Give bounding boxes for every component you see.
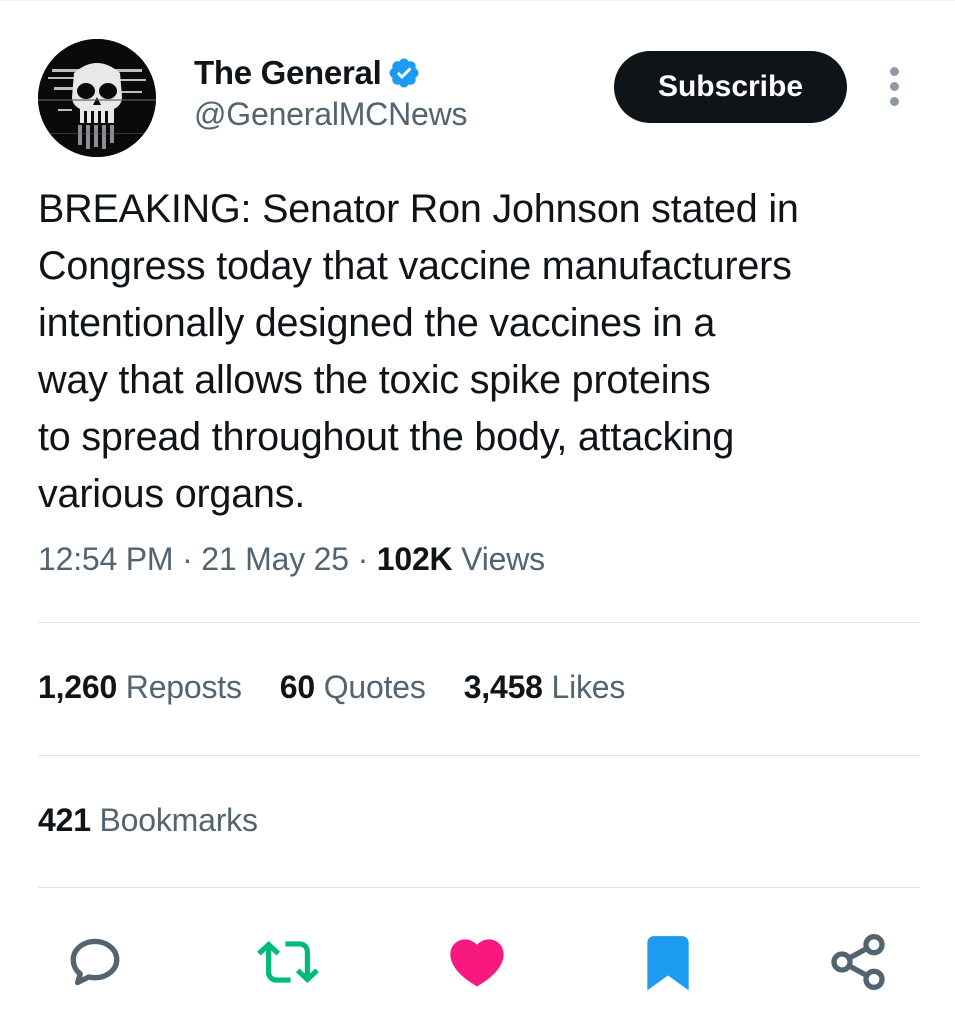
tweet-text-line: way that allows the toxic spike proteins	[38, 358, 711, 402]
tweet-text: BREAKING: Senator Ron Johnson stated in …	[38, 181, 928, 523]
bookmarks-count: 421	[38, 802, 91, 838]
repost-arrows-icon	[257, 941, 319, 983]
reposts-count: 1,260	[38, 669, 118, 705]
views-label: Views	[461, 541, 545, 577]
engagement-stats: 1,260 Reposts 60 Quotes 3,458 Likes	[38, 669, 663, 706]
share-nodes-icon	[831, 934, 885, 990]
reposts-label: Reposts	[125, 669, 242, 705]
views-count: 102K	[376, 541, 453, 577]
bookmark-icon	[647, 936, 689, 991]
more-options-icon[interactable]	[880, 67, 910, 107]
speech-bubble-icon	[70, 938, 120, 986]
quotes-stat[interactable]: 60 Quotes	[280, 669, 426, 706]
tweet-text-line: to spread throughout the body, attacking	[38, 415, 735, 459]
meta-separator: ·	[182, 541, 193, 577]
quotes-count: 60	[279, 669, 315, 705]
likes-label: Likes	[551, 669, 626, 705]
tweet-time[interactable]: 12:54 PM	[38, 541, 174, 577]
repost-button[interactable]	[253, 927, 323, 997]
tweet-text-line: various organs.	[38, 472, 306, 516]
likes-count: 3,458	[463, 669, 543, 705]
tweet-date[interactable]: 21 May 25	[201, 541, 349, 577]
subscribe-button[interactable]: Subscribe	[614, 51, 847, 123]
tweet-text-line: intentionally designed the vaccines in a	[38, 301, 716, 345]
avatar[interactable]	[38, 39, 156, 157]
display-name-row[interactable]: The General	[194, 53, 421, 93]
bookmark-button[interactable]	[633, 927, 703, 997]
bookmarks-label: Bookmarks	[99, 802, 258, 838]
display-name[interactable]: The General	[194, 54, 382, 92]
reposts-stat[interactable]: 1,260 Reposts	[38, 669, 242, 706]
punisher-skull-avatar-icon	[38, 39, 156, 157]
reply-button[interactable]	[60, 927, 130, 997]
heart-icon	[450, 939, 504, 987]
divider	[38, 622, 920, 623]
tweet-text-line: BREAKING: Senator Ron Johnson stated in	[38, 187, 799, 231]
meta-separator: ·	[357, 541, 369, 577]
quotes-label: Quotes	[323, 669, 426, 705]
bookmarks-stat[interactable]: 421 Bookmarks	[38, 802, 258, 839]
user-handle[interactable]: @GeneralMCNews	[194, 96, 468, 133]
share-button[interactable]	[823, 927, 893, 997]
divider	[38, 755, 920, 756]
like-button[interactable]	[442, 927, 512, 997]
likes-stat[interactable]: 3,458 Likes	[464, 669, 626, 706]
tweet-card: The General @GeneralMCNews Subscribe BRE…	[0, 0, 955, 1024]
verified-badge-icon[interactable]	[387, 56, 421, 90]
tweet-text-line: Congress today that vaccine manufacturer…	[38, 244, 792, 288]
divider	[38, 887, 920, 888]
tweet-meta: 12:54 PM · 21 May 25 · 102K Views	[38, 541, 545, 578]
